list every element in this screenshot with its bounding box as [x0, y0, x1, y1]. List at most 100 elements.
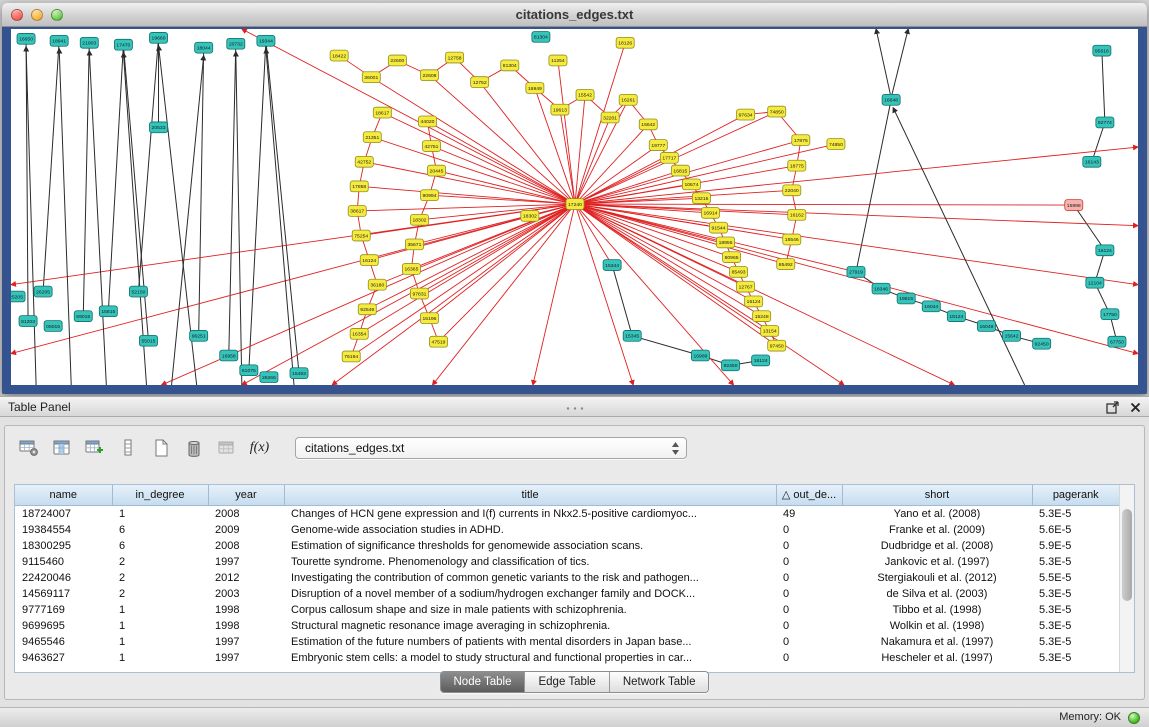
graph-node[interactable]: 19344 [257, 35, 275, 46]
graph-node[interactable]: 10674 [682, 179, 700, 190]
table-row[interactable]: 2242004622012Investigating the contribut… [15, 570, 1119, 586]
graph-node[interactable]: 15642 [639, 119, 657, 130]
table-row[interactable]: 969969511998Structural magnetic resonanc… [15, 618, 1119, 634]
graph-node[interactable]: 18124 [947, 311, 965, 322]
tab-network-table[interactable]: Network Table [610, 672, 709, 692]
graph-node[interactable]: 18302 [410, 214, 428, 225]
graph-node[interactable]: 76194 [342, 351, 360, 362]
graph-node[interactable]: 16949 [526, 83, 544, 94]
window-titlebar[interactable]: citations_edges.txt [2, 3, 1147, 27]
graph-node[interactable]: 16044 [922, 301, 940, 312]
table-gear-icon[interactable] [15, 435, 42, 461]
table-row[interactable]: 946362711997Embryonic stem cells: a mode… [15, 650, 1119, 666]
graph-node[interactable]: 16162 [788, 209, 806, 220]
float-panel-icon[interactable] [1106, 401, 1119, 414]
graph-node[interactable]: 97831 [410, 288, 428, 299]
table-check-icon[interactable] [81, 435, 108, 461]
graph-node[interactable]: 81203 [19, 316, 37, 327]
column-header-out_degree[interactable]: △ out_de... [776, 485, 842, 505]
graph-node[interactable]: 92549 [358, 304, 376, 315]
column-header-short[interactable]: short [842, 485, 1032, 505]
graph-node[interactable]: 22600 [388, 55, 406, 66]
graph-node[interactable]: 42751 [422, 141, 440, 152]
graph-node[interactable]: 81304 [501, 60, 519, 71]
tab-node-table[interactable]: Node Table [441, 672, 526, 692]
graph-node[interactable]: 20445 [427, 165, 445, 176]
graph-node[interactable]: 16989 [691, 350, 709, 361]
graph-node[interactable]: 18775 [788, 160, 806, 171]
table-row[interactable]: 911546021997Tourette syndrome. Phenomeno… [15, 554, 1119, 570]
graph-node[interactable]: 35671 [405, 239, 423, 250]
graph-node[interactable]: 16365 [402, 264, 420, 275]
table-row[interactable]: 1872400712008Changes of HCN gene express… [15, 505, 1119, 522]
graph-node[interactable]: 27919 [847, 266, 865, 277]
graph-node[interactable]: 18617 [373, 107, 391, 118]
graph-node[interactable]: 16124 [752, 355, 770, 366]
graph-node[interactable]: 18546 [783, 234, 801, 245]
graph-node[interactable]: 17717 [660, 152, 678, 163]
graph-node[interactable]: 16049 [977, 321, 995, 332]
graph-node[interactable]: 18126 [616, 37, 634, 48]
graph-node[interactable]: 90994 [420, 190, 438, 201]
graph-node[interactable]: 16143 [1083, 156, 1101, 167]
graph-node[interactable]: 13216 [692, 193, 710, 204]
graph-node[interactable]: 19660 [149, 32, 167, 43]
graph-node[interactable]: 05015 [44, 321, 62, 332]
graph-node[interactable]: 92774 [1096, 117, 1114, 128]
graph-node[interactable]: 67750 [1108, 336, 1126, 347]
graph-node[interactable]: 75254 [352, 230, 370, 241]
graph-node[interactable]: 16648 [882, 94, 900, 105]
graph-node[interactable]: 13154 [761, 326, 779, 337]
graph-node[interactable]: 26205 [34, 286, 52, 297]
splitter-grip-icon[interactable] [564, 398, 586, 416]
trash-icon[interactable] [180, 435, 207, 461]
graph-node[interactable]: 32201 [601, 112, 619, 123]
zoom-window-button[interactable] [51, 9, 63, 21]
graph-node[interactable]: 18302 [521, 210, 539, 221]
graph-node[interactable]: 61075 [240, 365, 258, 376]
graph-node[interactable]: 16124 [360, 255, 378, 266]
graph-node[interactable]: 20533 [149, 122, 167, 133]
graph-node[interactable]: 12104 [1086, 277, 1104, 288]
graph-node[interactable]: 15815 [99, 306, 117, 317]
graph-node[interactable]: 85492 [777, 259, 795, 270]
graph-node[interactable]: 12767 [737, 281, 755, 292]
graph-node[interactable]: 16914 [701, 207, 719, 218]
graph-node[interactable]: 47519 [429, 336, 447, 347]
table-disabled-icon[interactable] [213, 435, 240, 461]
graph-node[interactable]: 18346 [872, 283, 890, 294]
graph-node[interactable]: 18955 [717, 237, 735, 248]
graph-node[interactable]: 18044 [195, 42, 213, 53]
graph-node[interactable]: 15998 [1065, 200, 1083, 211]
graph-node[interactable]: 16650 [17, 33, 35, 44]
graph-node[interactable]: 38617 [348, 206, 366, 217]
graph-node[interactable]: 15248 [753, 311, 771, 322]
graph-node[interactable]: 42752 [355, 156, 373, 167]
graph-node[interactable]: 16261 [619, 94, 637, 105]
graph-node[interactable]: 97450 [768, 340, 786, 351]
graph-node[interactable]: 15344 [603, 260, 621, 271]
graph-node[interactable]: 92450 [1033, 338, 1051, 349]
scrollbar-thumb[interactable] [1122, 509, 1132, 601]
graph-node[interactable]: 15345 [623, 330, 641, 341]
graph-node[interactable]: 19815 [897, 293, 915, 304]
graph-node[interactable]: 17750 [1101, 309, 1119, 320]
graph-node[interactable]: 15196 [420, 313, 438, 324]
graph-node[interactable]: 59015 [74, 311, 92, 322]
graph-node[interactable]: 74850 [768, 106, 786, 117]
graph-node[interactable]: 18422 [330, 50, 348, 61]
new-document-icon[interactable] [147, 435, 174, 461]
graph-node[interactable]: 16124 [1096, 245, 1114, 256]
graph-node[interactable]: 36001 [362, 72, 380, 83]
graph-node[interactable]: 74850 [827, 139, 845, 150]
graph-node[interactable]: 81304 [532, 31, 550, 42]
graph-node[interactable]: 17858 [350, 181, 368, 192]
graph-node[interactable]: 16958 [220, 350, 238, 361]
graph-node[interactable]: 95616 [1093, 45, 1111, 56]
close-panel-icon[interactable] [1130, 402, 1141, 413]
table-row[interactable]: 977716911998Corpus callosum shape and si… [15, 602, 1119, 618]
graph-node[interactable]: 22608 [420, 70, 438, 81]
close-window-button[interactable] [11, 9, 23, 21]
graph-node[interactable]: 91544 [709, 222, 727, 233]
graph-node[interactable]: 19777 [649, 140, 667, 151]
